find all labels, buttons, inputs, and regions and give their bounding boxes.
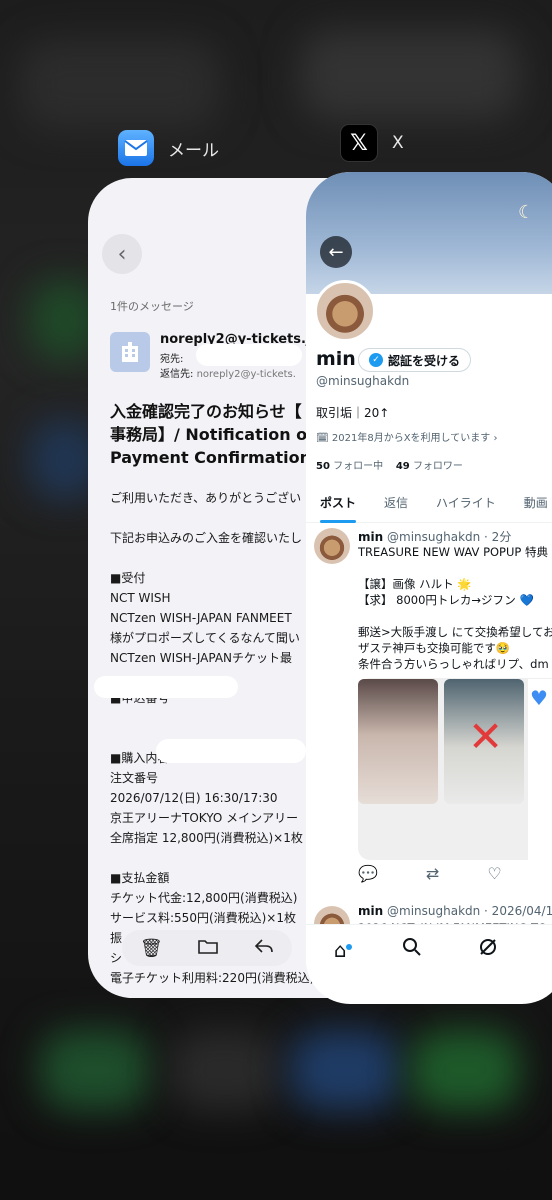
tweet-avatar[interactable] <box>314 528 350 564</box>
retweet-icon[interactable]: ⇄ <box>426 864 439 883</box>
mail-app-name: メール <box>168 140 219 161</box>
reply-icon[interactable]: 💬 <box>358 864 378 883</box>
folder-icon[interactable] <box>198 938 219 959</box>
to-label: 宛先: <box>160 354 184 365</box>
sender-avatar <box>110 332 150 372</box>
tweet-line: 【求】 8000円トレカ→ジフン 💙 <box>358 593 534 607</box>
get-verified-button[interactable]: ✓ 認証を受ける <box>358 348 472 372</box>
search-icon[interactable] <box>402 937 422 962</box>
tab-posts[interactable]: ポスト <box>306 484 370 523</box>
bottom-nav: ⌂ <box>306 924 552 974</box>
tab-replies[interactable]: 返信 <box>370 484 422 522</box>
trash-icon[interactable]: 🗑 <box>140 938 163 959</box>
following-label[interactable]: フォロー中 <box>333 461 383 472</box>
reply-to-value: noreply2@y-tickets. <box>196 369 296 380</box>
tweet-line: TREASURE NEW WAV POPUP 特典 <box>358 545 548 559</box>
tab-highlights[interactable]: ハイライト <box>422 484 510 522</box>
tweet-line: ザステ神戸も交換可能です🥹 <box>358 641 511 655</box>
building-icon <box>122 342 138 362</box>
tweet-line: 郵送>大阪手渡し にて交換希望してお <box>358 625 552 639</box>
tweet-meta: @minsughakdn · 2026/04/17 <box>387 904 552 918</box>
tweet-author[interactable]: min <box>358 530 383 544</box>
profile-tabs: ポスト 返信 ハイライト 動画 <box>306 484 552 523</box>
x-app-name: X <box>392 133 404 153</box>
profile-avatar[interactable] <box>314 280 376 342</box>
redacted-order-number <box>94 676 238 698</box>
verified-badge-icon: ✓ <box>369 353 383 367</box>
x-app-card[interactable]: ☾ ← min ✓ 認証を受ける @minsughakdn 取引垢｜20↑ 🗓 … <box>306 172 552 1004</box>
message-count: 1件のメッセージ <box>110 300 194 313</box>
like-icon[interactable]: ♡ <box>487 864 501 883</box>
profile-bio: 取引垢｜20↑ <box>316 406 390 420</box>
following-count[interactable]: 50 <box>316 461 330 472</box>
joined-text: 2021年8月からXを利用しています <box>331 433 491 444</box>
blue-heart-icon: ♥ <box>530 686 548 710</box>
x-app-label[interactable]: 𝕏 X <box>340 124 404 162</box>
back-button[interactable]: ‹ <box>102 234 142 274</box>
tweet-line: 【譲】画像 ハルト 🌟 <box>358 577 472 591</box>
mail-toolbar: 🗑 <box>122 930 292 966</box>
tweet-header: min @minsughakdn · 2026/04/17 <box>358 904 552 918</box>
back-button[interactable]: ← <box>320 236 352 268</box>
reply-to-label: 返信先: <box>160 369 194 380</box>
calendar-icon: 🗓 <box>316 433 329 444</box>
x-app-icon: 𝕏 <box>340 124 378 162</box>
redacted-order-detail <box>156 739 306 763</box>
profile-joined[interactable]: 🗓 2021年8月からXを利用しています › <box>316 429 497 444</box>
follow-stats: 50 フォロー中 49 フォロワー <box>316 457 463 472</box>
home-icon[interactable]: ⌂ <box>334 938 347 962</box>
moon-icon: ☾ <box>518 202 535 223</box>
tweet-header: min @minsughakdn · 2分 <box>358 528 511 545</box>
tweet-line: 条件合う方いらっしゃればリプ、dm <box>358 657 549 671</box>
chevron-right-icon: › <box>493 433 498 444</box>
tweet-author[interactable]: min <box>358 904 383 918</box>
followers-count[interactable]: 49 <box>396 461 410 472</box>
tab-videos[interactable]: 動画 <box>510 484 552 522</box>
followers-label[interactable]: フォロワー <box>413 461 463 472</box>
reply-to-line: 返信先: noreply2@y-tickets. <box>160 365 296 380</box>
grok-icon[interactable] <box>478 937 498 962</box>
arrow-left-icon: ← <box>328 241 344 263</box>
mail-app-icon <box>118 130 154 166</box>
profile-handle: @minsughakdn <box>316 374 410 388</box>
notification-dot <box>346 944 352 950</box>
verify-label: 認証を受ける <box>388 353 461 368</box>
reply-icon[interactable] <box>254 938 274 959</box>
cross-mark-icon: ✕ <box>468 712 504 761</box>
trading-card-image[interactable] <box>358 679 438 804</box>
redacted-recipient <box>196 344 302 366</box>
mail-app-label[interactable]: メール <box>118 130 219 166</box>
profile-name: min <box>316 348 356 370</box>
tweet-actions: 💬 ⇄ ♡ <box>358 864 552 883</box>
profile-banner: ☾ <box>306 172 552 294</box>
tweet-text: TREASURE NEW WAV POPUP 特典 【譲】画像 ハルト 🌟 【求… <box>358 544 552 672</box>
chevron-left-icon: ‹ <box>117 241 127 267</box>
tweet-meta: @minsughakdn · 2分 <box>387 530 512 544</box>
